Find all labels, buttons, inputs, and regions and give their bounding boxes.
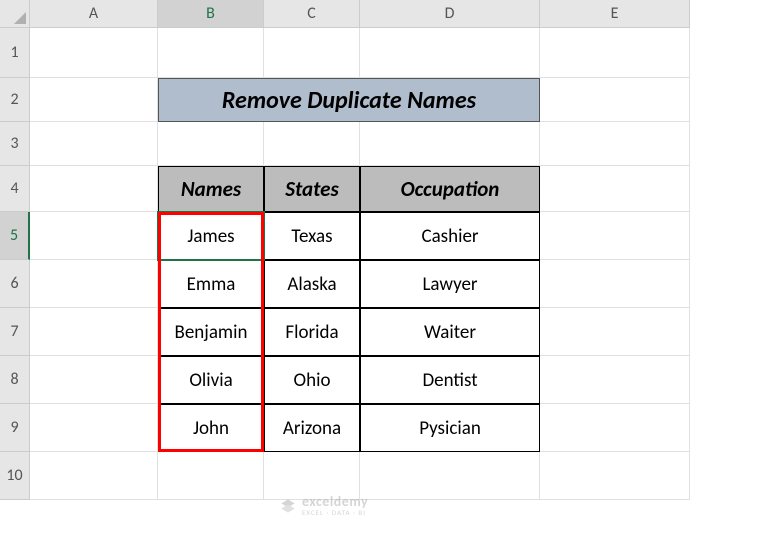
cell-E6[interactable] — [540, 260, 690, 308]
row-header-8[interactable]: 8 — [0, 356, 30, 404]
cell-state-1[interactable]: Alaska — [264, 260, 360, 308]
cell-occupation-0[interactable]: Cashier — [360, 212, 540, 260]
cell-name-4[interactable]: John — [158, 404, 264, 452]
column-header-A[interactable]: A — [30, 0, 158, 28]
cell-E2[interactable] — [540, 78, 690, 122]
cell-name-0[interactable]: James — [158, 212, 264, 260]
row-header-9[interactable]: 9 — [0, 404, 30, 452]
column-header-B[interactable]: B — [158, 0, 264, 28]
cell-name-3[interactable]: Olivia — [158, 356, 264, 404]
watermark-sub: EXCEL · DATA · BI — [302, 509, 368, 516]
row-header-2[interactable]: 2 — [0, 78, 30, 122]
header-occupation[interactable]: Occupation — [360, 166, 540, 212]
cell-A2[interactable] — [30, 78, 158, 122]
cell-A9[interactable] — [30, 404, 158, 452]
cell-A5[interactable] — [30, 212, 158, 260]
row-header-1[interactable]: 1 — [0, 28, 30, 78]
cell-A7[interactable] — [30, 308, 158, 356]
row-header-5[interactable]: 5 — [0, 212, 30, 260]
cell-name-1[interactable]: Emma — [158, 260, 264, 308]
cell-occupation-3[interactable]: Dentist — [360, 356, 540, 404]
column-headers: ABCDE — [30, 0, 690, 28]
cell-state-2[interactable]: Florida — [264, 308, 360, 356]
cell-B1[interactable] — [158, 28, 264, 78]
row-header-6[interactable]: 6 — [0, 260, 30, 308]
cell-D3[interactable] — [360, 122, 540, 166]
exceldemy-logo-icon — [280, 498, 296, 514]
column-header-C[interactable]: C — [264, 0, 360, 28]
select-all-corner[interactable] — [0, 0, 30, 28]
cell-state-0[interactable]: Texas — [264, 212, 360, 260]
cell-A3[interactable] — [30, 122, 158, 166]
cell-A4[interactable] — [30, 166, 158, 212]
cell-grid: Remove Duplicate Names NamesStatesOccupat… — [30, 28, 690, 500]
title-cell[interactable]: Remove Duplicate Names — [158, 78, 540, 122]
cell-C1[interactable] — [264, 28, 360, 78]
row-headers: 12345678910 — [0, 28, 30, 500]
cell-name-2[interactable]: Benjamin — [158, 308, 264, 356]
cell-B3[interactable] — [158, 122, 264, 166]
row-header-7[interactable]: 7 — [0, 308, 30, 356]
cell-D1[interactable] — [360, 28, 540, 78]
row-header-4[interactable]: 4 — [0, 166, 30, 212]
cell-D10[interactable] — [360, 452, 540, 500]
cell-E9[interactable] — [540, 404, 690, 452]
cell-E5[interactable] — [540, 212, 690, 260]
cell-state-3[interactable]: Ohio — [264, 356, 360, 404]
cell-E3[interactable] — [540, 122, 690, 166]
cell-E8[interactable] — [540, 356, 690, 404]
row-header-3[interactable]: 3 — [0, 122, 30, 166]
cell-E4[interactable] — [540, 166, 690, 212]
cell-occupation-4[interactable]: Pysician — [360, 404, 540, 452]
cell-A10[interactable] — [30, 452, 158, 500]
watermark-main: exceldemy — [302, 495, 368, 509]
column-header-E[interactable]: E — [540, 0, 690, 28]
header-names[interactable]: Names — [158, 166, 264, 212]
cell-A1[interactable] — [30, 28, 158, 78]
row-header-10[interactable]: 10 — [0, 452, 30, 500]
watermark: exceldemy EXCEL · DATA · BI — [280, 495, 368, 516]
header-states[interactable]: States — [264, 166, 360, 212]
cell-E7[interactable] — [540, 308, 690, 356]
cell-C3[interactable] — [264, 122, 360, 166]
column-header-D[interactable]: D — [360, 0, 540, 28]
cell-E1[interactable] — [540, 28, 690, 78]
cell-B10[interactable] — [158, 452, 264, 500]
cell-A8[interactable] — [30, 356, 158, 404]
cell-A6[interactable] — [30, 260, 158, 308]
cell-occupation-2[interactable]: Waiter — [360, 308, 540, 356]
cell-E10[interactable] — [540, 452, 690, 500]
spreadsheet: ABCDE 12345678910 Remove Duplicate Names… — [0, 0, 768, 546]
cell-occupation-1[interactable]: Lawyer — [360, 260, 540, 308]
cell-state-4[interactable]: Arizona — [264, 404, 360, 452]
